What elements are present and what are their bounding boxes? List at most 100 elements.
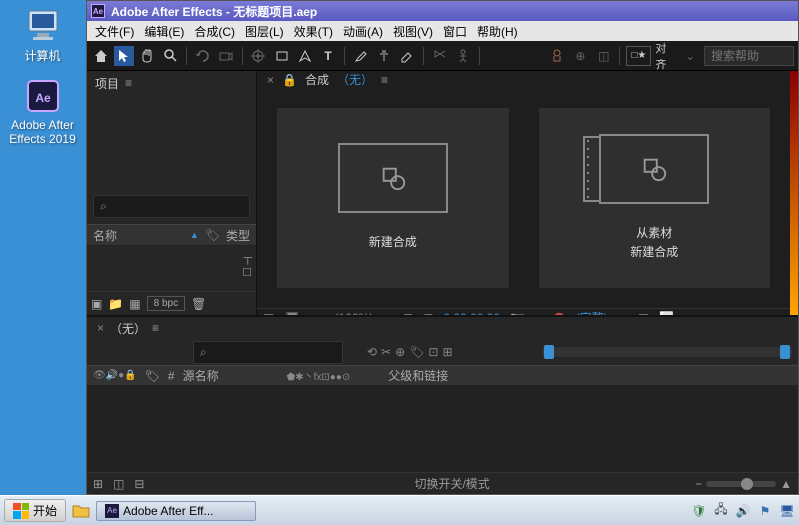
text-tool[interactable]: T: [319, 46, 338, 66]
tag-icon[interactable]: 🏷: [205, 228, 220, 242]
snap-label: 对齐: [655, 40, 676, 72]
tl-icon-6[interactable]: ⊞: [442, 345, 452, 359]
ae-small-icon: Ae: [105, 504, 119, 518]
search-icon: ⌕: [200, 345, 207, 360]
new-composition-card[interactable]: 新建合成: [277, 108, 509, 288]
tree-icon: ┬◻: [87, 246, 256, 282]
timeline-tab-label: （无）: [110, 320, 146, 337]
puppet-tool[interactable]: [453, 46, 472, 66]
timeline-footer: ⊞ ◫ ⊟ 切换开关/模式 − ▲: [87, 472, 798, 494]
clone-tool[interactable]: [374, 46, 393, 66]
lock-icon[interactable]: 🔒: [282, 73, 297, 87]
zoom-in-icon[interactable]: ▲: [780, 477, 792, 491]
eraser-tool[interactable]: [398, 46, 417, 66]
tl-toggle-1[interactable]: ⊞: [93, 477, 103, 491]
right-color-strip: [790, 71, 798, 315]
footage-shape-icon: [640, 155, 668, 183]
folder-icon[interactable]: 📁: [108, 297, 123, 311]
help-search-input[interactable]: [704, 46, 794, 66]
brush-tool[interactable]: [351, 46, 370, 66]
taskbar: 开始 Ae Adobe After Eff... 🛡 🖧 🔊 ⚑ 🖥: [0, 495, 799, 525]
desktop-icon-computer[interactable]: 计算机: [0, 5, 85, 64]
menu-animation[interactable]: 动画(A): [339, 21, 387, 42]
new-from-footage-card[interactable]: 从素材 新建合成: [539, 108, 771, 288]
trash-icon[interactable]: 🗑: [191, 297, 206, 311]
layer-switches[interactable]: ⬟✱丶fx⊡●●⊙: [287, 368, 351, 383]
quick-launch-explorer[interactable]: [70, 501, 92, 521]
menu-edit[interactable]: 编辑(E): [140, 21, 188, 42]
window-title: Adobe After Effects - 无标题项目.aep: [111, 3, 317, 20]
menu-composition[interactable]: 合成(C): [190, 21, 239, 42]
label-col-icon[interactable]: 🏷: [145, 369, 160, 383]
timeline-tab[interactable]: × （无） ≡: [87, 317, 798, 339]
tl-toggle-2[interactable]: ◫: [113, 477, 124, 491]
menu-window[interactable]: 窗口: [439, 21, 471, 42]
menu-file[interactable]: 文件(F): [91, 21, 138, 42]
type-column[interactable]: 类型: [226, 227, 250, 244]
new-comp-shape-icon: [379, 164, 407, 192]
project-tab[interactable]: 项目 ≡: [87, 71, 256, 95]
parent-link-col[interactable]: 父级和链接: [388, 367, 448, 384]
new-comp-label: 新建合成: [369, 233, 417, 252]
timeline-body[interactable]: [87, 385, 798, 472]
work-end-marker[interactable]: [780, 345, 790, 359]
tl-icon-2[interactable]: ✂: [381, 345, 391, 359]
project-column-header[interactable]: 名称 ▲ 🏷 类型: [87, 224, 256, 246]
tray-action-icon[interactable]: ⚑: [757, 503, 773, 519]
rectangle-tool[interactable]: [272, 46, 291, 66]
roto-tool[interactable]: [430, 46, 449, 66]
project-search[interactable]: ⌕: [93, 195, 250, 218]
timeline-search[interactable]: ⌕: [193, 341, 343, 364]
snap-caret-icon[interactable]: ⌄: [681, 46, 700, 66]
home-icon[interactable]: [91, 46, 110, 66]
camera-tool[interactable]: [217, 46, 236, 66]
timeline-ruler[interactable]: [542, 347, 792, 357]
local-axis-icon[interactable]: [547, 46, 566, 66]
close-icon[interactable]: ×: [97, 321, 104, 335]
start-button[interactable]: 开始: [4, 499, 66, 522]
menu-help[interactable]: 帮助(H): [473, 21, 522, 42]
ae-logo-icon: Ae: [91, 4, 105, 18]
new-comp-icon[interactable]: ▦: [129, 297, 140, 311]
ae-app-icon: Ae: [23, 76, 63, 116]
source-name-col[interactable]: 源名称: [183, 367, 219, 384]
interpret-icon[interactable]: ▣: [91, 297, 102, 311]
name-column[interactable]: 名称: [93, 227, 184, 244]
snap-toggle[interactable]: □★: [626, 46, 651, 66]
work-start-marker[interactable]: [544, 345, 554, 359]
av-switches[interactable]: 👁🔊●🔒: [93, 370, 137, 381]
zoom-slider[interactable]: [706, 481, 776, 487]
view-axis-icon[interactable]: ◫: [594, 46, 613, 66]
tl-icon-5[interactable]: ⊡: [428, 345, 438, 359]
tl-toggle-3[interactable]: ⊟: [134, 477, 144, 491]
tray-network-icon[interactable]: 🖧: [713, 503, 729, 519]
selection-tool[interactable]: [114, 46, 133, 66]
tray-show-desktop[interactable]: 🖥: [779, 503, 795, 519]
tray-volume-icon[interactable]: 🔊: [735, 503, 751, 519]
desktop-icon-ae[interactable]: Ae Adobe After Effects 2019: [0, 76, 85, 146]
taskbar-item-ae[interactable]: Ae Adobe After Eff...: [96, 501, 256, 521]
zoom-tool[interactable]: [161, 46, 180, 66]
world-axis-icon[interactable]: ⊕: [571, 46, 590, 66]
menu-layer[interactable]: 图层(L): [241, 21, 288, 42]
menu-effect[interactable]: 效果(T): [290, 21, 337, 42]
panel-menu-icon[interactable]: ≡: [381, 73, 388, 87]
tray-security-icon[interactable]: 🛡: [691, 503, 707, 519]
tl-icon-4[interactable]: 🏷: [409, 345, 424, 359]
tl-icon-3[interactable]: ⊕: [395, 345, 405, 359]
bpc-indicator[interactable]: 8 bpc: [147, 296, 185, 311]
panel-menu-icon[interactable]: ≡: [152, 321, 159, 335]
panel-menu-icon[interactable]: ≡: [125, 76, 132, 90]
zoom-out-icon[interactable]: −: [695, 477, 702, 491]
orbit-tool[interactable]: [193, 46, 212, 66]
menu-view[interactable]: 视图(V): [389, 21, 437, 42]
index-col[interactable]: #: [168, 369, 175, 383]
close-icon[interactable]: ×: [267, 73, 274, 87]
anchor-tool[interactable]: [249, 46, 268, 66]
tl-icon-1[interactable]: ⟲: [367, 345, 377, 359]
hand-tool[interactable]: [138, 46, 157, 66]
titlebar[interactable]: Ae Adobe After Effects - 无标题项目.aep: [87, 1, 798, 21]
pen-tool[interactable]: [295, 46, 314, 66]
toggle-modes-label[interactable]: 切换开关/模式: [414, 475, 489, 492]
composition-tab[interactable]: × 🔒 合成 （无） ≡: [257, 71, 790, 88]
